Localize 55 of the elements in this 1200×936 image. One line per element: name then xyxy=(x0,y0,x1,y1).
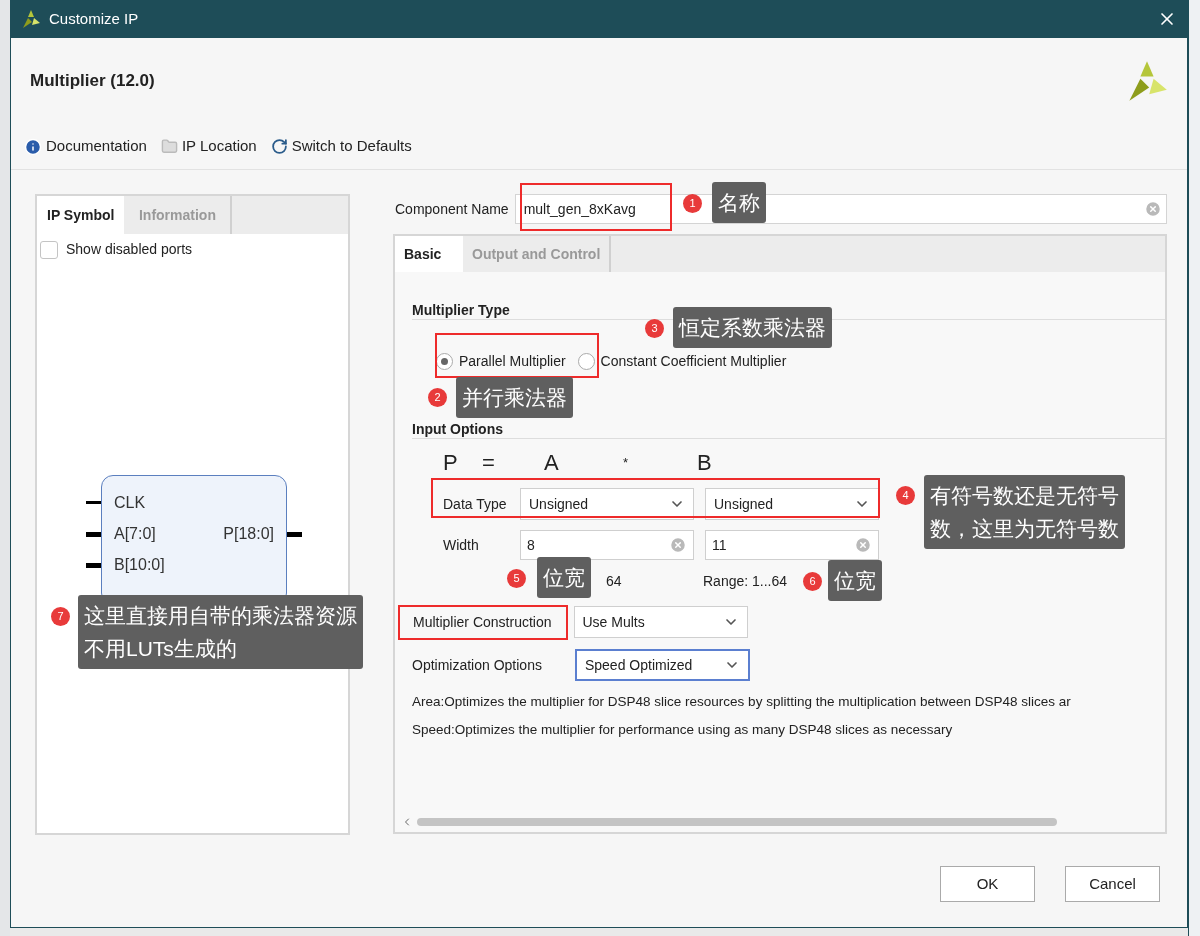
annotation-text: 这里直接用自带的乘法器资源 xyxy=(84,603,357,629)
port-label: P[18:0] xyxy=(223,524,274,544)
refresh-icon xyxy=(270,138,288,155)
input-field[interactable]: 11 xyxy=(705,530,879,560)
range-text: Range: 1...64 xyxy=(703,571,788,591)
checkbox-label: Show disabled ports xyxy=(66,240,193,259)
clear-icon xyxy=(669,536,687,554)
window-title: Customize IP xyxy=(49,8,139,29)
tab[interactable]: IP Symbol xyxy=(37,196,125,234)
radio-button[interactable] xyxy=(577,352,595,370)
equation-symbol: A xyxy=(544,450,560,476)
annotation-text: 位宽 xyxy=(834,568,876,594)
radio-label: Parallel Multiplier xyxy=(459,351,566,371)
dialog-heading: Multiplier (12.0) xyxy=(30,70,155,93)
dialog-button[interactable]: OK xyxy=(940,866,1035,902)
folder-icon xyxy=(160,138,178,155)
port-label: A[7:0] xyxy=(114,524,157,544)
input-field[interactable]: 8 xyxy=(520,530,694,560)
equation-symbol: P xyxy=(443,450,459,476)
clear-icon xyxy=(1144,200,1162,218)
section-heading: Multiplier Type xyxy=(412,302,510,318)
field-label: Width xyxy=(443,535,480,555)
description-text: Area:Optimizes the multiplier for DSP48 slice resources by splitting the multiplication between DSP48 slices ar xyxy=(412,693,1072,711)
dropdown[interactable]: Unsigned xyxy=(705,488,879,520)
annotation-text: 并行乘法器 xyxy=(462,385,567,411)
description-text: Speed:Optimizes the multiplier for performance using as many DSP48 slices as necessary xyxy=(412,721,954,739)
dropdown[interactable]: Unsigned xyxy=(520,488,694,520)
dropdown[interactable]: Use Mults xyxy=(573,606,748,638)
annotation-text: 有符号数还是无符号 xyxy=(930,483,1119,509)
annotation-text: 不用LUTs生成的 xyxy=(84,636,238,662)
annotation-text: 位宽 xyxy=(543,565,585,591)
equation-symbol: = xyxy=(482,450,496,476)
section-heading: Input Options xyxy=(412,421,503,437)
checkbox[interactable] xyxy=(40,240,58,259)
toolbar-button[interactable]: Documentation xyxy=(24,135,147,158)
field-label: Component Name xyxy=(395,199,509,219)
equation-symbol: B xyxy=(697,450,713,476)
clear-icon xyxy=(854,536,872,554)
radio-label: Constant Coefficient Multiplier xyxy=(600,351,787,371)
equation-symbol: * xyxy=(623,454,630,472)
dropdown[interactable]: Speed Optimized xyxy=(574,649,750,681)
toolbar-button[interactable]: Switch to Defaults xyxy=(270,135,412,158)
field-label: Data Type xyxy=(443,494,508,514)
dialog-button[interactable]: Cancel xyxy=(1065,866,1160,902)
toolbar-button[interactable]: IP Location xyxy=(160,135,257,158)
range-text: 64 xyxy=(606,571,623,591)
logo-icon xyxy=(21,9,41,29)
tab[interactable]: Basic xyxy=(395,236,463,272)
annotation-text: 数，这里为无符号数 xyxy=(930,516,1119,542)
field-label: Multiplier Construction xyxy=(413,612,552,632)
port-label: B[10:0] xyxy=(114,555,165,575)
info-icon xyxy=(24,137,42,156)
annotation-text: 恒定系数乘法器 xyxy=(679,315,826,341)
port-label: CLK xyxy=(114,493,147,513)
field-label: Optimization Options xyxy=(412,655,542,675)
